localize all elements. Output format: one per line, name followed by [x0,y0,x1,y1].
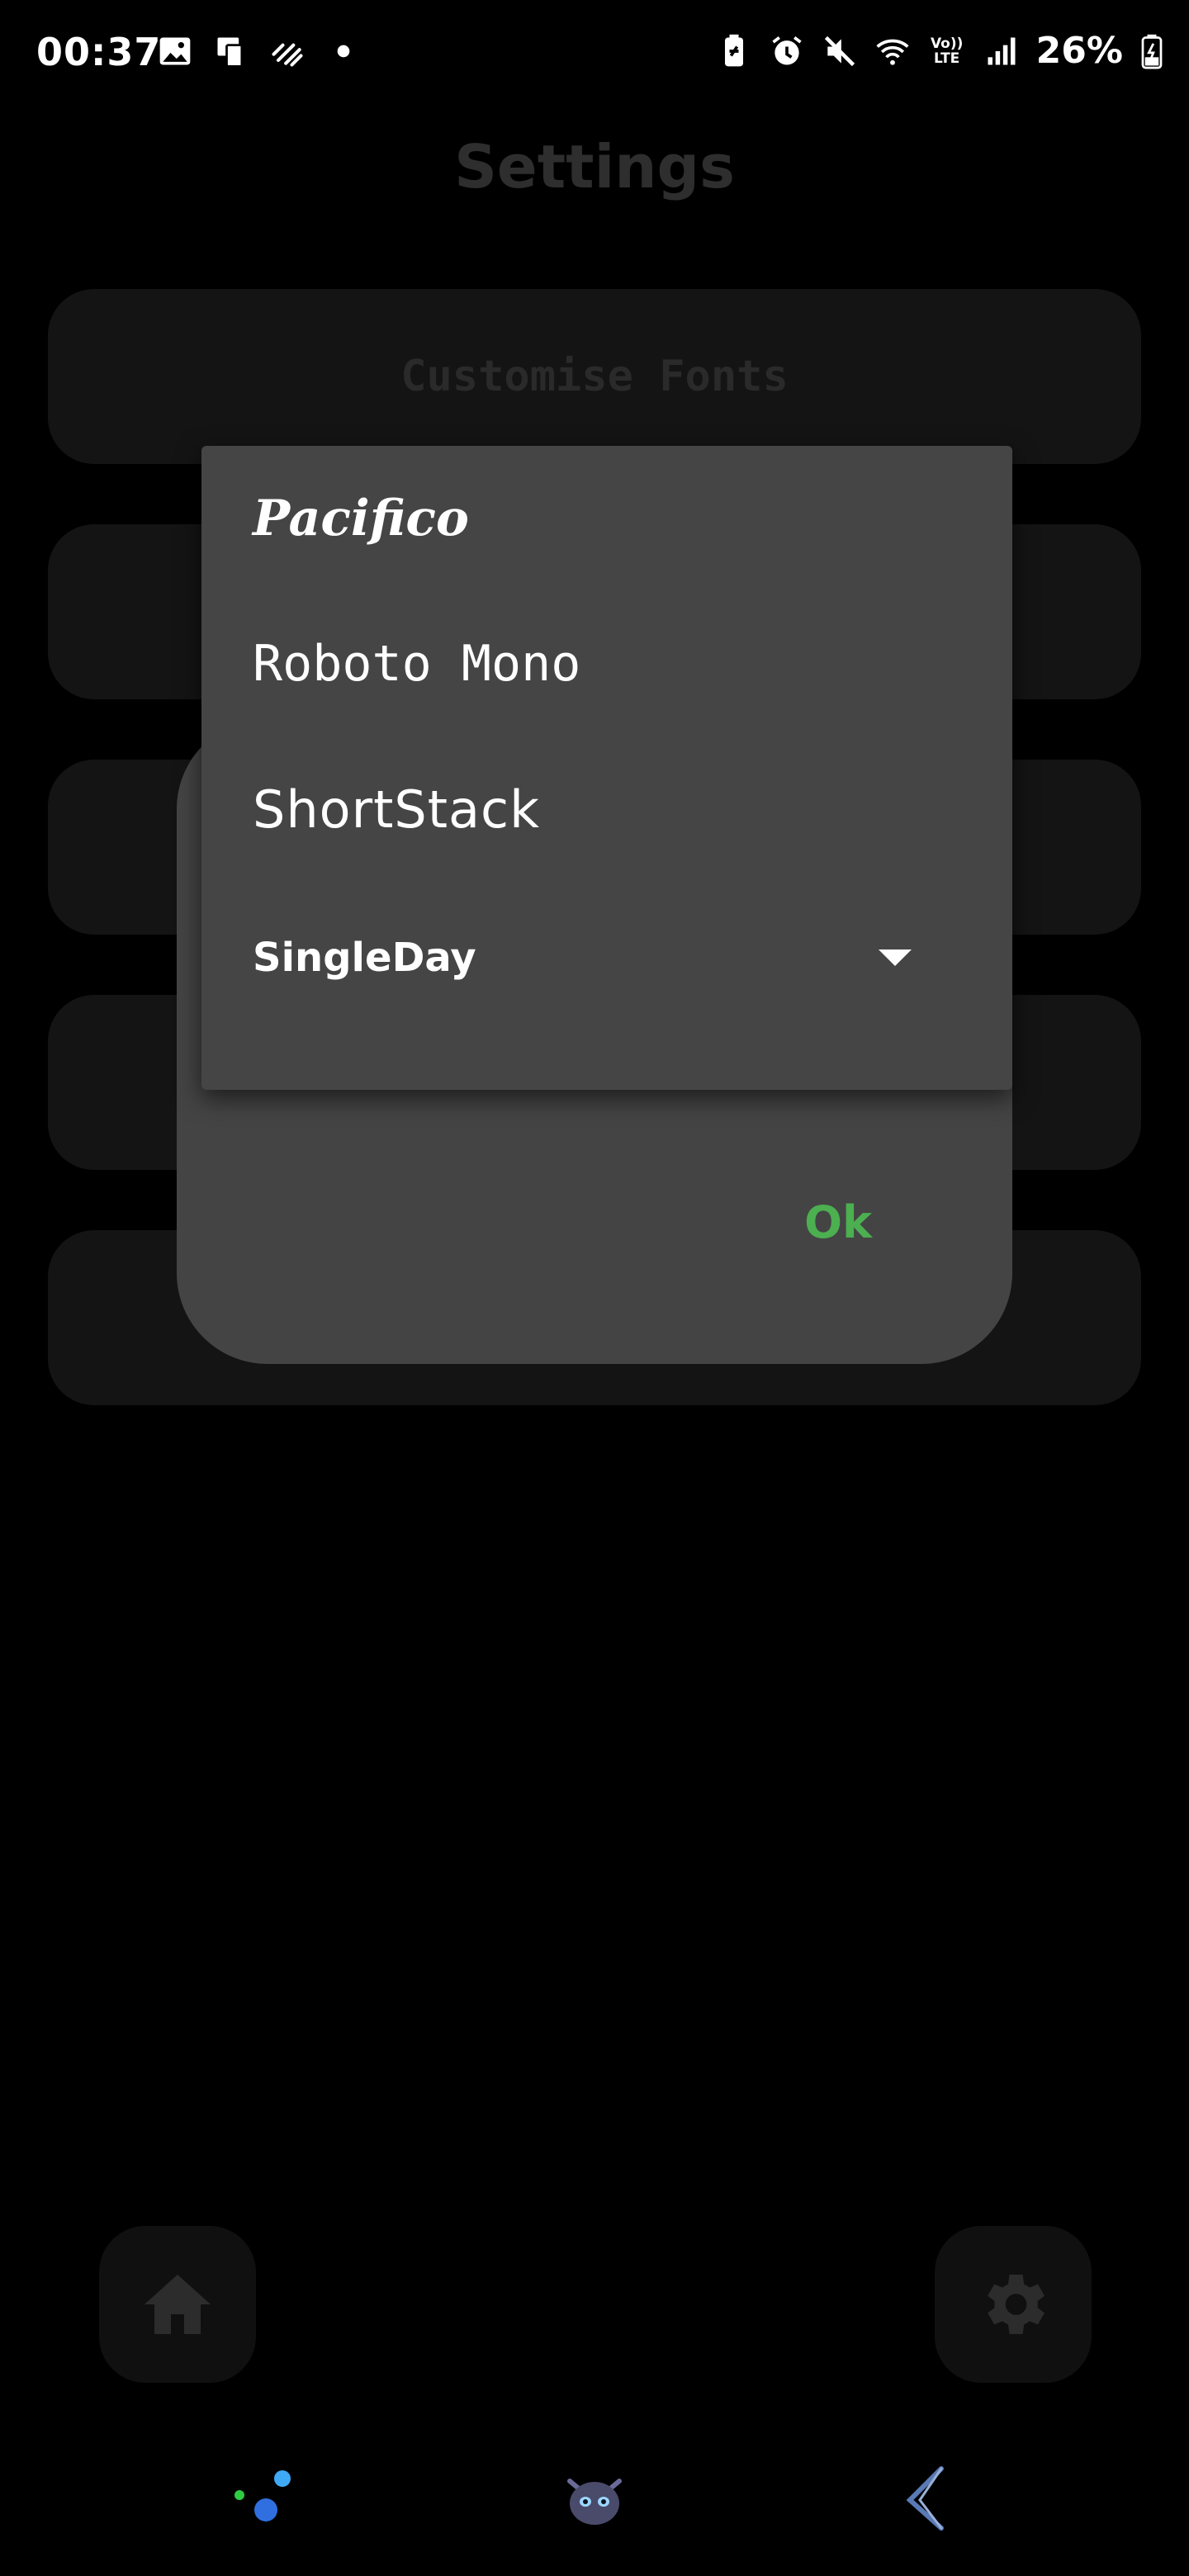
signal-icon [983,33,1020,69]
home-icon [144,2275,211,2334]
settings-button[interactable] [935,2226,1092,2383]
home-button[interactable] [99,2226,256,2383]
font-dropdown-menu: Pacifico Roboto Mono ShortStack SingleDa… [201,446,1012,1090]
back-icon[interactable] [892,2460,966,2535]
option-label-roboto-mono: Roboto Mono [253,635,581,693]
page-title: Settings [454,132,735,201]
battery-saver-icon [716,33,752,69]
customise-fonts-card[interactable]: Customise Fonts [48,289,1141,464]
data-saver-icon [269,33,306,69]
battery-icon [1139,33,1164,69]
status-time: 00:37 [36,30,162,74]
image-icon [157,33,193,69]
status-bar: 00:37 Vo)) LTE 26% [0,0,1189,112]
alarm-icon [769,33,805,69]
status-right-icons: Vo)) LTE 26% [716,30,1164,72]
dropdown-selected-singleday[interactable]: SingleDay [253,885,961,1030]
dots-icon[interactable] [223,2460,297,2535]
dropdown-option-roboto-mono[interactable]: Roboto Mono [253,591,961,736]
wifi-icon [874,33,911,69]
status-left-icons [157,33,362,69]
option-label-shortstack: ShortStack [253,779,541,840]
dropdown-option-shortstack[interactable]: ShortStack [253,736,961,882]
dragon-icon[interactable] [557,2460,632,2535]
gear-icon [988,2275,1045,2334]
screen-mirror-icon [213,33,249,69]
volte-icon: Vo)) LTE [930,35,964,67]
battery-percentage: 26% [1035,30,1123,72]
mute-icon [822,33,858,69]
option-label-pacifico: Pacifico [253,490,469,547]
dot-icon [325,33,362,69]
dropdown-arrow-icon [879,949,912,966]
customise-fonts-label: Customise Fonts [400,352,789,401]
dropdown-option-pacifico[interactable]: Pacifico [253,446,961,591]
ok-button[interactable]: Ok [804,1196,872,1248]
option-label-singleday: SingleDay [253,935,476,981]
